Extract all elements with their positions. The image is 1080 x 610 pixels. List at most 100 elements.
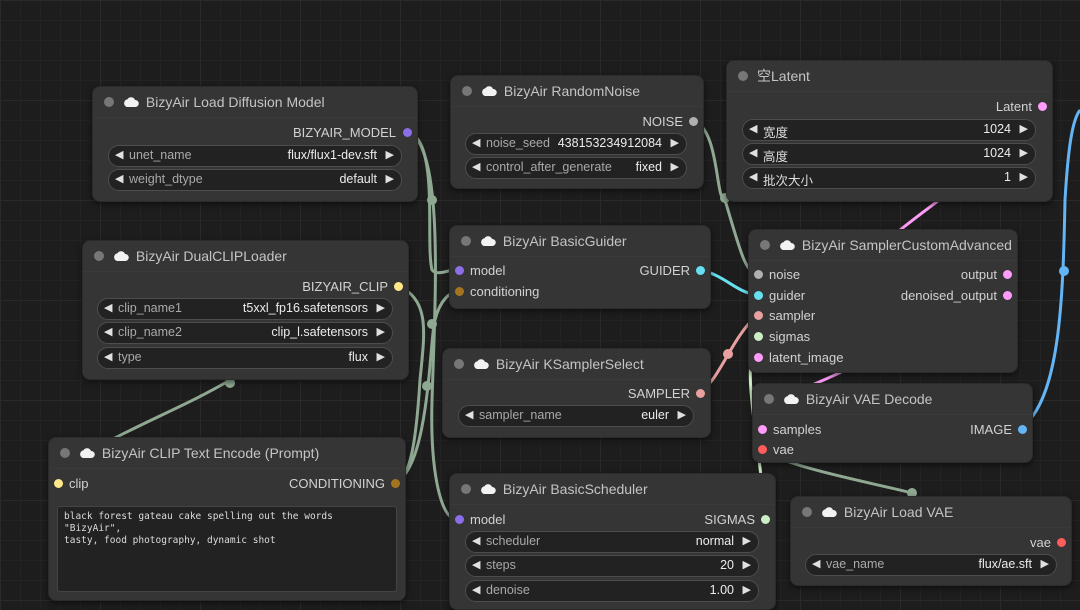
right-arrow-icon[interactable]: ▶ (743, 558, 751, 571)
input-socket-latent-image[interactable] (754, 353, 763, 362)
node-title[interactable]: BizyAir Load Diffusion Model (93, 87, 417, 118)
combo-scheduler[interactable]: ◀ scheduler normal ▶ (465, 531, 759, 553)
node-title[interactable]: BizyAir BasicScheduler (450, 474, 775, 505)
input-socket-clip[interactable] (54, 479, 63, 488)
output-socket-model[interactable] (403, 128, 412, 137)
combo-clip-name2[interactable]: ◀ clip_name2 clip_l.safetensors ▶ (97, 322, 393, 344)
number-width[interactable]: ◀ 宽度 1024 ▶ (742, 119, 1036, 141)
node-title[interactable]: BizyAir DualCLIPLoader (83, 241, 408, 272)
node-title[interactable]: BizyAir KSamplerSelect (443, 349, 710, 380)
collapse-dot-icon[interactable] (94, 251, 104, 261)
collapse-dot-icon[interactable] (461, 236, 471, 246)
right-arrow-icon[interactable]: ▶ (743, 534, 751, 547)
output-socket-image[interactable] (1018, 425, 1027, 434)
output-socket-noise[interactable] (689, 117, 698, 126)
collapse-dot-icon[interactable] (462, 86, 472, 96)
combo-type[interactable]: ◀ type flux ▶ (97, 347, 393, 369)
left-arrow-icon[interactable]: ◀ (472, 558, 480, 571)
node-load-vae[interactable]: BizyAir Load VAE vae ◀ vae_name flux/ae.… (790, 496, 1072, 586)
right-arrow-icon[interactable]: ▶ (377, 350, 385, 363)
right-arrow-icon[interactable]: ▶ (386, 172, 394, 185)
right-arrow-icon[interactable]: ▶ (678, 408, 686, 421)
output-socket-conditioning[interactable] (391, 479, 400, 488)
number-batch-size[interactable]: ◀ 批次大小 1 ▶ (742, 167, 1036, 189)
left-arrow-icon[interactable]: ◀ (812, 557, 820, 570)
collapse-dot-icon[interactable] (60, 448, 70, 458)
output-socket-output[interactable] (1003, 270, 1012, 279)
left-arrow-icon[interactable]: ◀ (104, 350, 112, 363)
collapse-dot-icon[interactable] (461, 484, 471, 494)
collapse-dot-icon[interactable] (760, 240, 770, 250)
left-arrow-icon[interactable]: ◀ (749, 146, 757, 159)
node-title[interactable]: BizyAir CLIP Text Encode (Prompt) (49, 438, 405, 469)
left-arrow-icon[interactable]: ◀ (749, 122, 757, 135)
right-arrow-icon[interactable]: ▶ (1020, 170, 1028, 183)
left-arrow-icon[interactable]: ◀ (465, 408, 473, 421)
right-arrow-icon[interactable]: ▶ (386, 148, 394, 161)
input-socket-vae[interactable] (758, 445, 767, 454)
combo-control-after-generate[interactable]: ◀ control_after_generate fixed ▶ (465, 157, 687, 179)
input-socket-samples[interactable] (758, 425, 767, 434)
collapse-dot-icon[interactable] (764, 394, 774, 404)
output-socket-guider[interactable] (696, 266, 705, 275)
node-title[interactable]: BizyAir Load VAE (791, 497, 1071, 528)
right-arrow-icon[interactable]: ▶ (1020, 146, 1028, 159)
collapse-dot-icon[interactable] (454, 359, 464, 369)
input-socket-model[interactable] (455, 266, 464, 275)
collapse-dot-icon[interactable] (802, 507, 812, 517)
left-arrow-icon[interactable]: ◀ (104, 301, 112, 314)
node-basic-scheduler[interactable]: BizyAir BasicScheduler model SIGMAS ◀ sc… (449, 473, 776, 610)
output-socket-vae[interactable] (1057, 538, 1066, 547)
combo-clip-name1[interactable]: ◀ clip_name1 t5xxl_fp16.safetensors ▶ (97, 298, 393, 320)
collapse-dot-icon[interactable] (104, 97, 114, 107)
right-arrow-icon[interactable]: ▶ (1020, 122, 1028, 135)
combo-unet-name[interactable]: ◀ unet_name flux/flux1-dev.sft ▶ (108, 145, 402, 167)
left-arrow-icon[interactable]: ◀ (472, 136, 480, 149)
right-arrow-icon[interactable]: ▶ (1041, 557, 1049, 570)
input-socket-guider[interactable] (754, 291, 763, 300)
input-socket-noise[interactable] (754, 270, 763, 279)
right-arrow-icon[interactable]: ▶ (671, 160, 679, 173)
node-title[interactable]: BizyAir SamplerCustomAdvanced (749, 230, 1017, 261)
node-random-noise[interactable]: BizyAir RandomNoise NOISE ◀ noise_seed 4… (450, 75, 704, 189)
output-socket-sampler[interactable] (696, 389, 705, 398)
right-arrow-icon[interactable]: ▶ (743, 583, 751, 596)
input-socket-model[interactable] (455, 515, 464, 524)
node-title[interactable]: BizyAir VAE Decode (753, 384, 1032, 415)
node-sampler-custom-advanced[interactable]: BizyAir SamplerCustomAdvanced noise outp… (748, 229, 1018, 373)
output-socket-clip[interactable] (394, 282, 403, 291)
node-vae-decode[interactable]: BizyAir VAE Decode samples IMAGE vae (752, 383, 1033, 463)
input-socket-sigmas[interactable] (754, 332, 763, 341)
number-noise-seed[interactable]: ◀ noise_seed 438153234912084 ▶ (465, 133, 687, 155)
node-title[interactable]: 空Latent (727, 61, 1052, 92)
node-ksampler-select[interactable]: BizyAir KSamplerSelect SAMPLER ◀ sampler… (442, 348, 711, 438)
node-basic-guider[interactable]: BizyAir BasicGuider model GUIDER conditi… (449, 225, 711, 309)
number-height[interactable]: ◀ 高度 1024 ▶ (742, 143, 1036, 165)
left-arrow-icon[interactable]: ◀ (749, 170, 757, 183)
prompt-textarea[interactable]: black forest gateau cake spelling out th… (57, 506, 397, 592)
left-arrow-icon[interactable]: ◀ (115, 172, 123, 185)
left-arrow-icon[interactable]: ◀ (472, 160, 480, 173)
right-arrow-icon[interactable]: ▶ (377, 325, 385, 338)
output-socket-latent[interactable] (1038, 102, 1047, 111)
left-arrow-icon[interactable]: ◀ (472, 583, 480, 596)
combo-vae-name[interactable]: ◀ vae_name flux/ae.sft ▶ (805, 554, 1057, 576)
left-arrow-icon[interactable]: ◀ (472, 534, 480, 547)
collapse-dot-icon[interactable] (738, 71, 748, 81)
right-arrow-icon[interactable]: ▶ (377, 301, 385, 314)
output-socket-denoised-output[interactable] (1003, 291, 1012, 300)
output-socket-sigmas[interactable] (761, 515, 770, 524)
left-arrow-icon[interactable]: ◀ (115, 148, 123, 161)
node-clip-text-encode[interactable]: BizyAir CLIP Text Encode (Prompt) clip C… (48, 437, 406, 601)
number-steps[interactable]: ◀ steps 20 ▶ (465, 555, 759, 577)
node-load-diffusion-model[interactable]: BizyAir Load Diffusion Model BIZYAIR_MOD… (92, 86, 418, 202)
node-title[interactable]: BizyAir BasicGuider (450, 226, 710, 257)
input-socket-sampler[interactable] (754, 311, 763, 320)
right-arrow-icon[interactable]: ▶ (671, 136, 679, 149)
combo-weight-dtype[interactable]: ◀ weight_dtype default ▶ (108, 169, 402, 191)
number-denoise[interactable]: ◀ denoise 1.00 ▶ (465, 580, 759, 602)
node-empty-latent[interactable]: 空Latent Latent ◀ 宽度 1024 ▶ ◀ 高度 1024 ▶ ◀… (726, 60, 1053, 202)
left-arrow-icon[interactable]: ◀ (104, 325, 112, 338)
node-dual-clip-loader[interactable]: BizyAir DualCLIPLoader BIZYAIR_CLIP ◀ cl… (82, 240, 409, 380)
node-title[interactable]: BizyAir RandomNoise (451, 76, 703, 107)
